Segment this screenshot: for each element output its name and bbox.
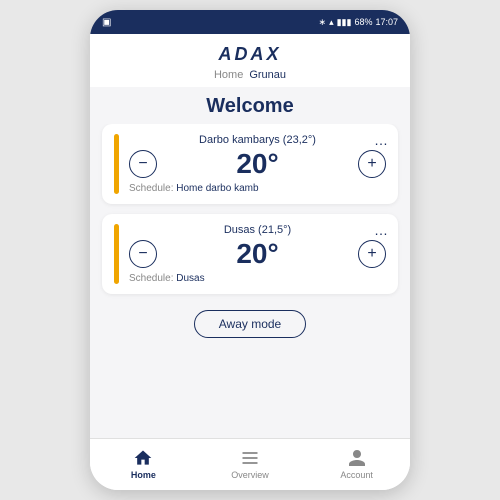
more-options-btn-1[interactable]: … (374, 132, 388, 148)
nav-item-account[interactable]: Account (303, 448, 410, 480)
wifi-icon: ▴ (329, 17, 334, 28)
status-right: ∗ ▴ ▮▮▮ 68% 17:07 (319, 17, 398, 28)
breadcrumb-home: Home (214, 69, 243, 81)
device-card-inner-1: Darbo kambarys (23,2°) − 20° + Schedule:… (114, 134, 386, 194)
schedule-link-1[interactable]: Home darbo kamb (176, 183, 258, 194)
app-content: ADAX Home Grunau Welcome … Darbo kambary… (90, 34, 410, 490)
main-area: … Darbo kambarys (23,2°) − 20° + Schedul… (90, 124, 410, 438)
signal-icon: ▮▮▮ (337, 17, 352, 28)
nav-label-overview: Overview (231, 470, 269, 480)
schedule-label-2: Schedule: (129, 273, 173, 284)
away-mode-button[interactable]: Away mode (194, 310, 306, 338)
device-controls-1: − 20° + (129, 148, 386, 180)
device-schedule-2: Schedule: Dusas (129, 273, 386, 284)
app-header: ADAX Home Grunau (90, 34, 410, 87)
nav-item-overview[interactable]: Overview (197, 448, 304, 480)
decrease-temp-btn-1[interactable]: − (129, 150, 157, 178)
more-options-btn-2[interactable]: … (374, 222, 388, 238)
home-icon (133, 448, 153, 468)
device-name-1: Darbo kambarys (23,2°) (129, 134, 386, 146)
notification-icon: ▣ (102, 17, 111, 28)
bluetooth-icon: ∗ (319, 17, 327, 28)
battery-level: 68% (354, 17, 372, 27)
device-card-1: … Darbo kambarys (23,2°) − 20° + Schedul… (102, 124, 398, 204)
adax-logo: ADAX (106, 44, 394, 65)
device-card-inner-2: Dusas (21,5°) − 20° + Schedule: Dusas (114, 224, 386, 284)
bottom-nav: Home Overview Account (90, 438, 410, 490)
device-accent-1 (114, 134, 119, 194)
breadcrumb-current: Grunau (249, 69, 286, 81)
breadcrumb: Home Grunau (106, 69, 394, 81)
temp-display-2: 20° (236, 238, 278, 270)
overview-icon (240, 448, 260, 468)
device-body-1: Darbo kambarys (23,2°) − 20° + Schedule:… (129, 134, 386, 194)
schedule-label-1: Schedule: (129, 183, 173, 194)
decrease-temp-btn-2[interactable]: − (129, 240, 157, 268)
nav-label-home: Home (131, 470, 156, 480)
nav-label-account: Account (340, 470, 373, 480)
clock: 17:07 (375, 17, 398, 27)
increase-temp-btn-2[interactable]: + (358, 240, 386, 268)
nav-item-home[interactable]: Home (90, 448, 197, 480)
phone-frame: ▣ ∗ ▴ ▮▮▮ 68% 17:07 ADAX Home Grunau Wel… (90, 10, 410, 490)
temp-display-1: 20° (236, 148, 278, 180)
device-accent-2 (114, 224, 119, 284)
device-schedule-1: Schedule: Home darbo kamb (129, 183, 386, 194)
status-bar: ▣ ∗ ▴ ▮▮▮ 68% 17:07 (90, 10, 410, 34)
status-left: ▣ (102, 17, 111, 28)
device-name-2: Dusas (21,5°) (129, 224, 386, 236)
welcome-title: Welcome (90, 87, 410, 124)
device-controls-2: − 20° + (129, 238, 386, 270)
schedule-link-2[interactable]: Dusas (176, 273, 204, 284)
away-mode-wrap: Away mode (102, 304, 398, 348)
account-icon (347, 448, 367, 468)
device-card-2: … Dusas (21,5°) − 20° + Schedule: Dusas (102, 214, 398, 294)
increase-temp-btn-1[interactable]: + (358, 150, 386, 178)
device-body-2: Dusas (21,5°) − 20° + Schedule: Dusas (129, 224, 386, 284)
